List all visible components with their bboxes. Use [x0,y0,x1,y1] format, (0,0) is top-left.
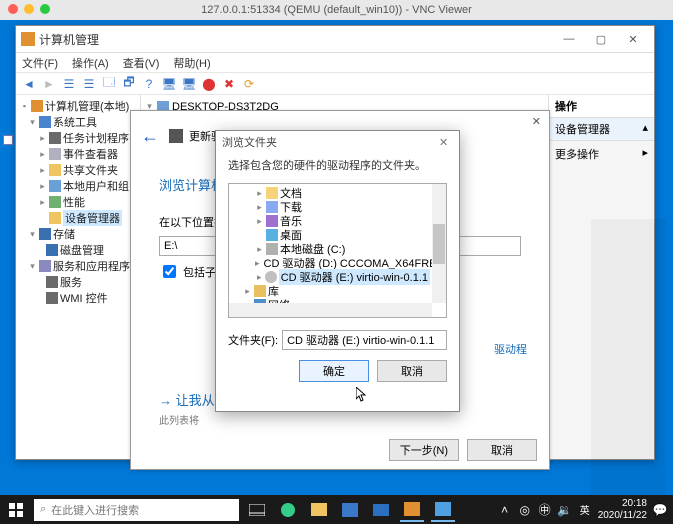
menu-help[interactable]: 帮助(H) [173,55,210,71]
app-icon [21,32,35,46]
tray-time: 20:18 [598,498,647,510]
mouse-cursor-icon [356,387,368,403]
let-me-pick-link[interactable]: → 让我从 [159,390,215,409]
mac-traffic-lights [8,4,50,14]
tray-location-icon[interactable]: ◎ [518,503,532,517]
zoom-dot[interactable] [40,4,50,14]
ok-button[interactable]: 确定 [299,360,369,382]
tree-diskmgmt[interactable]: 磁盘管理 [60,242,104,258]
refresh-icon[interactable]: 🗔 [100,75,118,93]
dialog-instruction: 选择包含您的硬件的驱动程序的文件夹。 [216,153,459,183]
search-placeholder: 在此键入进行搜索 [51,502,139,518]
back-icon[interactable]: ◄ [20,75,38,93]
vnc-title-bar: 127.0.0.1:51334 (QEMU (default_win10)) -… [0,0,673,20]
tray-volume-icon[interactable]: 🔉 [558,503,572,517]
scan-icon[interactable]: 🖥 [180,75,198,93]
cancel-button[interactable]: 取消 [377,360,447,382]
driver-hint: 驱动程 [494,341,527,357]
chip-icon [169,129,183,143]
next-button[interactable]: 下一步(N) [389,439,459,461]
explorer-icon[interactable] [307,498,331,522]
tree-wmi[interactable]: WMI 控件 [60,290,108,306]
vnc-title-text: 127.0.0.1:51334 (QEMU (default_win10)) -… [201,4,472,16]
dialog-title: 浏览文件夹 [222,134,277,150]
more-actions[interactable]: 更多操作▸ [549,141,654,167]
tree-services[interactable]: 服务 [60,274,82,290]
close-button[interactable]: ✕ [617,28,649,50]
help-icon[interactable]: ? [140,75,158,93]
vertical-scrollbar[interactable] [432,184,446,303]
tree-systools[interactable]: 系统工具 [53,114,97,130]
dialog-close-icon[interactable]: ✕ [439,136,453,149]
toolbar: ◄ ► ☰ ☰ 🗔 🗗 ? 🖥 🖥 ⬤ ✖ ⟳ [16,73,654,95]
tree-perf[interactable]: 性能 [63,194,85,210]
search-icon: ⌕ [40,503,46,516]
include-subfolders-checkbox[interactable] [163,265,176,278]
tray-ime-icon[interactable]: ㊥ [538,503,552,517]
menu-file[interactable]: 文件(F) [22,55,58,71]
taskbar: ⌕ 在此键入进行搜索 ˄ ◎ ㊥ 🔉 英 20:18 2020/11/22 💬 [0,495,673,524]
taskbar-app-mmc[interactable] [400,498,424,522]
props-icon[interactable]: 🗗 [120,75,138,93]
tree-devmgr[interactable]: 设备管理器 [63,210,122,226]
menu-action[interactable]: 操作(A) [72,55,109,71]
folder-field[interactable] [282,330,447,350]
mail-icon[interactable] [369,498,393,522]
folder-field-label: 文件夹(F): [228,332,278,348]
horizontal-scrollbar[interactable] [229,303,432,317]
browse-folder-dialog: 浏览文件夹 ✕ 选择包含您的硬件的驱动程序的文件夹。 ▸文档 ▸下载 ▸音乐 桌… [215,130,460,412]
menu-bar: 文件(F) 操作(A) 查看(V) 帮助(H) [16,53,654,73]
collapse-icon[interactable]: ▴ [642,121,648,137]
plugin-icon[interactable]: ⬤ [200,75,218,93]
windows-desktop: 计算机管理 — ▢ ✕ 文件(F) 操作(A) 查看(V) 帮助(H) ◄ ► … [0,20,673,524]
desktop-shortcut-icon[interactable] [3,135,13,145]
notifications-icon[interactable]: 💬 [653,503,667,517]
tree-shared[interactable]: 共享文件夹 [63,162,118,178]
tree-users[interactable]: 本地用户和组 [63,178,129,194]
tree-scheduler[interactable]: 任务计划程序 [63,130,129,146]
up-icon[interactable]: ☰ [60,75,78,93]
forward-icon[interactable]: ► [40,75,58,93]
close-dot[interactable] [8,4,18,14]
tray-chevron-up-icon[interactable]: ˄ [498,503,512,517]
actions-section[interactable]: 设备管理器▴ [549,118,654,141]
tree-eventvwr[interactable]: 事件查看器 [63,146,118,162]
task-view-icon[interactable] [245,498,269,522]
tree-services-apps[interactable]: 服务和应用程序 [53,258,130,274]
tray-date: 2020/11/22 [598,510,647,522]
edge-icon[interactable] [276,498,300,522]
actions-header: 操作 [549,95,654,118]
menu-view[interactable]: 查看(V) [123,55,160,71]
taskbar-search[interactable]: ⌕ 在此键入进行搜索 [34,499,239,521]
console-tree[interactable]: ▪计算机管理(本地) ▾系统工具 ▸任务计划程序 ▸事件查看器 ▸共享文件夹 ▸… [16,95,141,459]
window-title-bar[interactable]: 计算机管理 — ▢ ✕ [16,26,654,53]
node-cd-e[interactable]: CD 驱动器 (E:) virtio-win-0.1.1 [279,269,430,285]
tray-clock[interactable]: 20:18 2020/11/22 [598,498,647,521]
minimize-button[interactable]: — [553,28,585,50]
tree-root[interactable]: 计算机管理(本地) [45,98,129,114]
wizard-cancel-button[interactable]: 取消 [467,439,537,461]
gear-icon[interactable]: ⟳ [240,75,258,93]
wizard-close-icon[interactable]: ✕ [532,115,541,128]
tree-storage[interactable]: 存储 [53,226,75,242]
monitor-icon[interactable]: 🖥 [160,75,178,93]
start-button[interactable] [0,495,32,524]
remove-icon[interactable]: ✖ [220,75,238,93]
windows-logo-icon [9,503,23,517]
chevron-right-icon: ▸ [642,146,648,162]
folder-tree[interactable]: ▸文档 ▸下载 ▸音乐 桌面 ▸本地磁盘 (C:) ▸CD 驱动器 (D:) C… [228,183,447,318]
tray-lang[interactable]: 英 [578,503,592,517]
taskbar-app-control[interactable] [431,498,455,522]
store-icon[interactable] [338,498,362,522]
window-title: 计算机管理 [39,31,553,48]
maximize-button[interactable]: ▢ [585,28,617,50]
min-dot[interactable] [24,4,34,14]
wizard-back-icon[interactable]: ← [141,126,159,147]
views-icon[interactable]: ☰ [80,75,98,93]
